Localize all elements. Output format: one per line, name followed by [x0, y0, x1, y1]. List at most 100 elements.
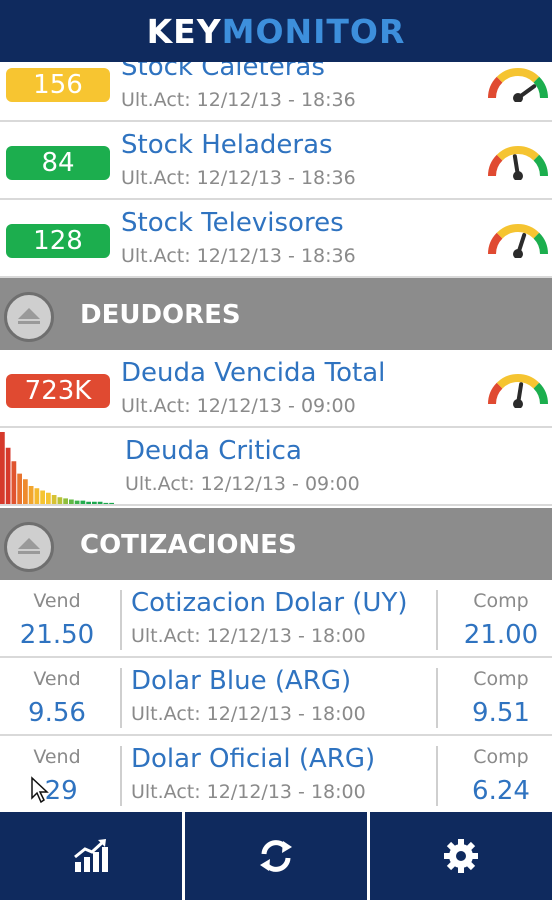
sell-value: 21.50: [19, 620, 95, 650]
quote-title: Dolar Blue (ARG): [131, 666, 352, 696]
chart-bar: [109, 502, 114, 504]
last-updated: Ult.Act: 12/12/13 - 18:36: [121, 245, 356, 267]
gauge-icon: [488, 146, 548, 180]
quote-row-dolar-blue[interactable]: Vend 9.56 Dolar Blue (ARG) Ult.Act: 12/1…: [0, 658, 552, 736]
gauge-icon: [488, 68, 548, 102]
quote-row-dolar-oficial[interactable]: Vend .29 Dolar Oficial (ARG) Ult.Act: 12…: [0, 736, 552, 812]
divider: [436, 590, 438, 650]
app-header: KEYMONITOR: [0, 0, 552, 62]
tab-settings[interactable]: [367, 812, 552, 900]
list-item-stock-televisores[interactable]: 128 Stock Televisores Ult.Act: 12/12/13 …: [0, 200, 552, 278]
list-item-deuda-critica[interactable]: Deuda Critica Ult.Act: 12/12/13 - 09:00: [0, 428, 552, 506]
gauge-segment-1: [496, 146, 540, 161]
mini-bar-chart: [0, 432, 114, 504]
chart-bar: [28, 486, 34, 504]
list-item-stock-heladeras[interactable]: 84 Stock Heladeras Ult.Act: 12/12/13 - 1…: [0, 122, 552, 200]
divider: [120, 668, 122, 728]
chart-bar: [63, 498, 68, 504]
value-badge: 156: [6, 68, 110, 102]
gauge-icon: [488, 224, 548, 258]
value-badge: 84: [6, 146, 110, 180]
indicator-title: Stock Televisores: [121, 208, 344, 238]
gear-icon: [444, 839, 478, 873]
gauge-hub: [513, 249, 523, 258]
collapse-toggle-icon[interactable]: [4, 292, 54, 342]
value-badge: 128: [6, 224, 110, 258]
chart-bar: [17, 473, 22, 504]
last-updated: Ult.Act: 12/12/13 - 18:00: [131, 703, 366, 725]
gauge-segment-1: [496, 224, 540, 239]
chart-bar: [34, 488, 40, 504]
chart-bar: [51, 495, 57, 504]
indicator-title: Stock Caleteras: [121, 62, 325, 82]
chart-bar: [74, 500, 80, 504]
chart-bar: [80, 500, 86, 504]
last-updated: Ult.Act: 12/12/13 - 18:36: [121, 89, 356, 111]
quote-title: Dolar Oficial (ARG): [131, 744, 376, 774]
indicator-list[interactable]: 156 Stock Caleteras Ult.Act: 12/12/13 - …: [0, 62, 552, 812]
chart-icon: [74, 839, 108, 872]
chart-bar: [69, 499, 74, 504]
gauge-hub: [513, 171, 523, 180]
indicator-title: Stock Heladeras: [121, 130, 333, 160]
buy-label: Comp: [473, 668, 529, 690]
section-title: DEUDORES: [80, 300, 241, 330]
tab-charts[interactable]: [0, 812, 182, 900]
logo-monitor-text: MONITOR: [221, 11, 406, 51]
gauge-segment-2: [533, 154, 548, 177]
sell-value: 9.56: [28, 698, 86, 728]
last-updated: Ult.Act: 12/12/13 - 18:36: [121, 167, 356, 189]
gauge-segment-1: [496, 374, 540, 389]
buy-value: 9.51: [472, 698, 530, 728]
chart-bar: [40, 490, 45, 504]
buy-value: 21.00: [463, 620, 539, 650]
chart-bar: [23, 479, 28, 504]
gauge-segment-1: [496, 68, 540, 83]
gauge-segment-2: [533, 232, 548, 255]
sell-label: Vend: [33, 746, 81, 768]
chart-bar: [86, 501, 91, 504]
chart-bar: [5, 447, 11, 504]
quote-row-dolar-uy[interactable]: Vend 21.50 Cotizacion Dolar (UY) Ult.Act…: [0, 580, 552, 658]
sell-value: .29: [36, 776, 78, 806]
divider: [436, 668, 438, 728]
chart-bar: [57, 497, 63, 504]
gauge-icon: [488, 374, 548, 408]
last-updated: Ult.Act: 12/12/13 - 09:00: [121, 395, 356, 417]
gauge-segment-2: [533, 382, 548, 405]
section-header-deudores[interactable]: DEUDORES: [0, 278, 552, 350]
quote-title: Cotizacion Dolar (UY): [131, 588, 408, 618]
chart-bar: [103, 502, 109, 504]
chart-bar: [0, 432, 5, 504]
app-logo: KEYMONITOR: [147, 12, 406, 51]
sell-label: Vend: [33, 668, 81, 690]
tab-refresh[interactable]: [182, 812, 367, 900]
list-item-deuda-vencida[interactable]: 723K Deuda Vencida Total Ult.Act: 12/12/…: [0, 350, 552, 428]
divider: [436, 746, 438, 806]
buy-label: Comp: [473, 590, 529, 612]
chart-bar: [46, 492, 51, 504]
last-updated: Ult.Act: 12/12/13 - 18:00: [131, 625, 366, 647]
bottom-toolbar: [0, 812, 552, 900]
collapse-toggle-icon[interactable]: [4, 522, 54, 572]
buy-label: Comp: [473, 746, 529, 768]
gauge-segment-0: [488, 382, 503, 405]
gauge-segment-2: [533, 76, 548, 99]
section-header-cotizaciones[interactable]: COTIZACIONES: [0, 508, 552, 580]
value-badge: 723K: [6, 374, 110, 408]
divider: [120, 590, 122, 650]
chart-bar: [97, 501, 103, 504]
last-updated: Ult.Act: 12/12/13 - 09:00: [125, 473, 360, 495]
sell-label: Vend: [33, 590, 81, 612]
last-updated: Ult.Act: 12/12/13 - 18:00: [131, 781, 366, 803]
indicator-title: Deuda Critica: [125, 436, 302, 466]
refresh-icon: [260, 840, 292, 872]
list-item-stock-caleteras[interactable]: 156 Stock Caleteras Ult.Act: 12/12/13 - …: [0, 62, 552, 122]
divider: [120, 746, 122, 806]
chart-bar: [92, 501, 97, 504]
logo-key-text: KEY: [146, 11, 222, 51]
buy-value: 6.24: [472, 776, 530, 806]
chart-bar: [11, 461, 17, 504]
gauge-segment-0: [488, 232, 503, 255]
section-title: COTIZACIONES: [80, 530, 297, 560]
